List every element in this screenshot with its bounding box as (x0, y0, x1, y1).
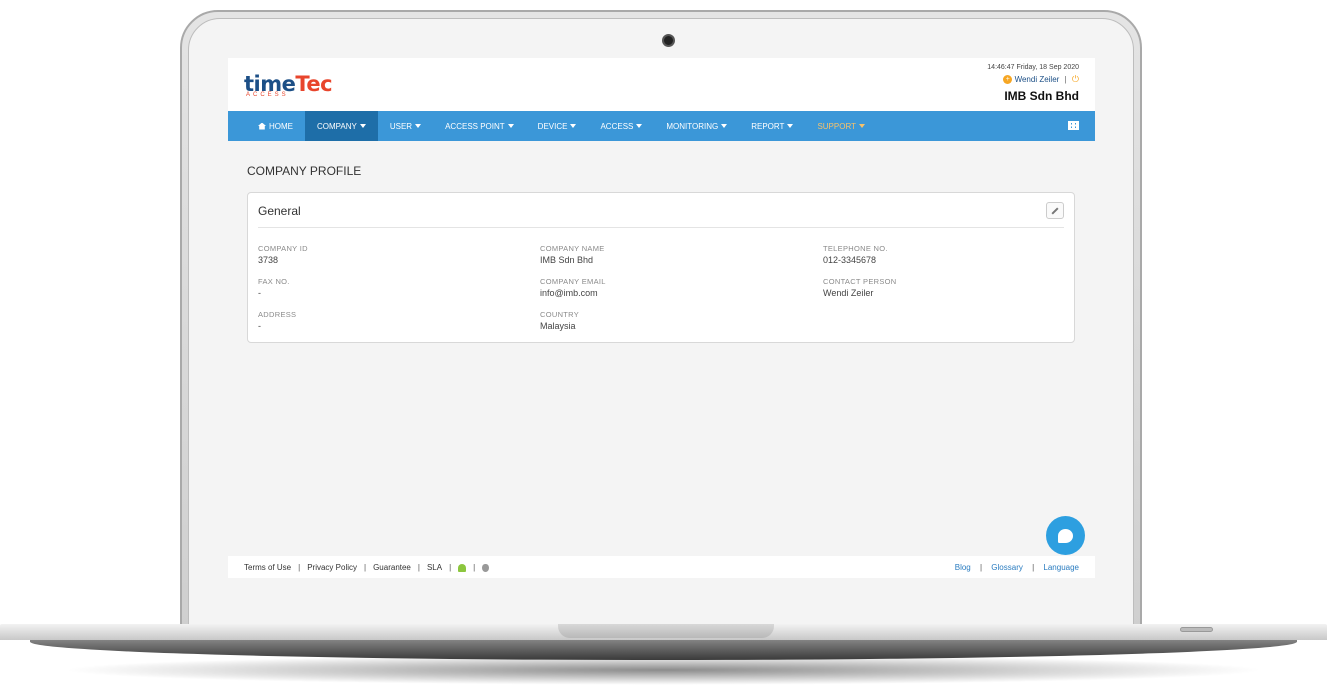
field-label: COMPANY ID (258, 244, 308, 253)
nav-company[interactable]: COMPANY (305, 111, 378, 141)
nav-monitoring-label: MONITORING (666, 121, 719, 131)
pencil-icon (1051, 206, 1059, 215)
app-header: timeTec ACCESS 14:46:47 Friday, 18 Sep 2… (228, 58, 1095, 111)
language-link[interactable]: Language (1043, 563, 1079, 572)
power-icon[interactable]: ⏻ (1072, 74, 1079, 84)
field-contact-person: CONTACT PERSON Wendi Zeiler (823, 277, 1083, 298)
camera-icon (662, 34, 675, 47)
field-value: 3738 (258, 255, 279, 265)
datetime-display: 14:46:47 Friday, 18 Sep 2020 (987, 64, 1079, 71)
user-icon: + (1003, 75, 1013, 85)
footer-separator: | (449, 563, 452, 572)
caret-down-icon (787, 124, 794, 128)
app-screen: timeTec ACCESS 14:46:47 Friday, 18 Sep 2… (228, 58, 1095, 578)
caret-down-icon (570, 124, 577, 128)
sla-link[interactable]: SLA (427, 563, 442, 572)
glossary-link[interactable]: Glossary (991, 563, 1023, 572)
nav-access[interactable]: ACCESS (588, 111, 654, 141)
footer: Terms of Use | Privacy Policy | Guarante… (228, 556, 1095, 578)
page-title: COMPANY PROFILE (247, 164, 362, 178)
laptop-notch (558, 624, 774, 638)
field-value: Malaysia (540, 321, 576, 331)
chat-icon (1058, 528, 1073, 543)
user-line: + Wendi Zeiler | ⏻ (987, 74, 1079, 85)
footer-separator: | (473, 563, 476, 572)
card-header: General (258, 193, 1064, 228)
grid-icon[interactable] (1068, 121, 1079, 130)
nav-home[interactable]: HOME (246, 111, 305, 141)
footer-separator: | (417, 563, 420, 572)
user-name-link[interactable]: Wendi Zeiler (1015, 75, 1060, 84)
footer-right-links: Blog | Glossary | Language (955, 563, 1079, 572)
privacy-link[interactable]: Privacy Policy (307, 563, 357, 572)
caret-down-icon (415, 124, 422, 128)
terms-link[interactable]: Terms of Use (244, 563, 291, 572)
company-name-heading: IMB Sdn Bhd (1004, 89, 1079, 103)
field-label: CONTACT PERSON (823, 277, 897, 286)
chat-button[interactable] (1046, 516, 1085, 555)
header-user-area: 14:46:47 Friday, 18 Sep 2020 + Wendi Zei… (987, 64, 1079, 103)
nav-report[interactable]: REPORT (739, 111, 805, 141)
caret-down-icon (858, 124, 865, 128)
nav-home-label: HOME (269, 121, 293, 131)
nav-user-label: USER (389, 121, 413, 131)
header-separator: | (1064, 75, 1067, 84)
footer-separator: | (979, 563, 983, 572)
field-country: COUNTRY Malaysia (540, 310, 800, 331)
field-company-email: COMPANY EMAIL info@imb.com (540, 277, 800, 298)
nav-support-label: SUPPORT (817, 121, 856, 131)
nav-company-label: COMPANY (317, 121, 357, 131)
blog-link[interactable]: Blog (955, 563, 971, 572)
nav-report-label: REPORT (751, 121, 785, 131)
caret-down-icon (359, 124, 366, 128)
field-company-name: COMPANY NAME IMB Sdn Bhd (540, 244, 800, 265)
field-value: info@imb.com (540, 288, 598, 298)
laptop-mockup: timeTec ACCESS 14:46:47 Friday, 18 Sep 2… (0, 0, 1327, 690)
caret-down-icon (507, 124, 514, 128)
field-telephone: TELEPHONE NO. 012-3345678 (823, 244, 1083, 265)
logo-text-tec: Tec (295, 72, 333, 96)
field-value: - (258, 321, 261, 331)
guarantee-link[interactable]: Guarantee (373, 563, 411, 572)
field-value: IMB Sdn Bhd (540, 255, 594, 265)
field-value: 012-3345678 (823, 255, 877, 265)
caret-down-icon (636, 124, 643, 128)
footer-separator: | (1032, 563, 1035, 572)
edit-button[interactable] (1046, 202, 1064, 219)
nav-support[interactable]: SUPPORT (805, 111, 877, 141)
general-card: General COMPANY ID 3738 COMPANY NAME IMB… (247, 192, 1075, 343)
field-value: - (258, 288, 261, 298)
nav-device-label: DEVICE (537, 121, 568, 131)
field-label: COMPANY NAME (540, 244, 605, 253)
apple-icon[interactable] (482, 563, 490, 572)
nav-user[interactable]: USER (378, 111, 433, 141)
field-address: ADDRESS - (258, 310, 518, 331)
nav-access-point[interactable]: ACCESS POINT (433, 111, 526, 141)
nav-access-point-label: ACCESS POINT (445, 121, 505, 131)
nav-monitoring[interactable]: MONITORING (654, 111, 739, 141)
field-value: Wendi Zeiler (823, 288, 874, 298)
field-label: COMPANY EMAIL (540, 277, 606, 286)
laptop-indicator (1180, 627, 1213, 632)
field-company-id: COMPANY ID 3738 (258, 244, 518, 265)
footer-separator: | (298, 563, 301, 572)
nav-device[interactable]: DEVICE (526, 111, 589, 141)
nav-access-label: ACCESS (600, 121, 634, 131)
home-icon (258, 122, 266, 130)
field-label: FAX NO. (258, 277, 290, 286)
android-icon[interactable] (458, 563, 467, 572)
field-fax: FAX NO. - (258, 277, 518, 298)
field-label: ADDRESS (258, 310, 297, 319)
footer-separator: | (364, 563, 367, 572)
footer-left-links: Terms of Use | Privacy Policy | Guarante… (244, 563, 490, 572)
card-title: General (258, 204, 301, 218)
main-nav: HOME COMPANY USER ACCESS POINT DEVICE AC… (228, 111, 1095, 141)
field-label: COUNTRY (540, 310, 580, 319)
caret-down-icon (721, 124, 728, 128)
field-label: TELEPHONE NO. (823, 244, 888, 253)
timetec-logo[interactable]: timeTec ACCESS (244, 72, 333, 98)
